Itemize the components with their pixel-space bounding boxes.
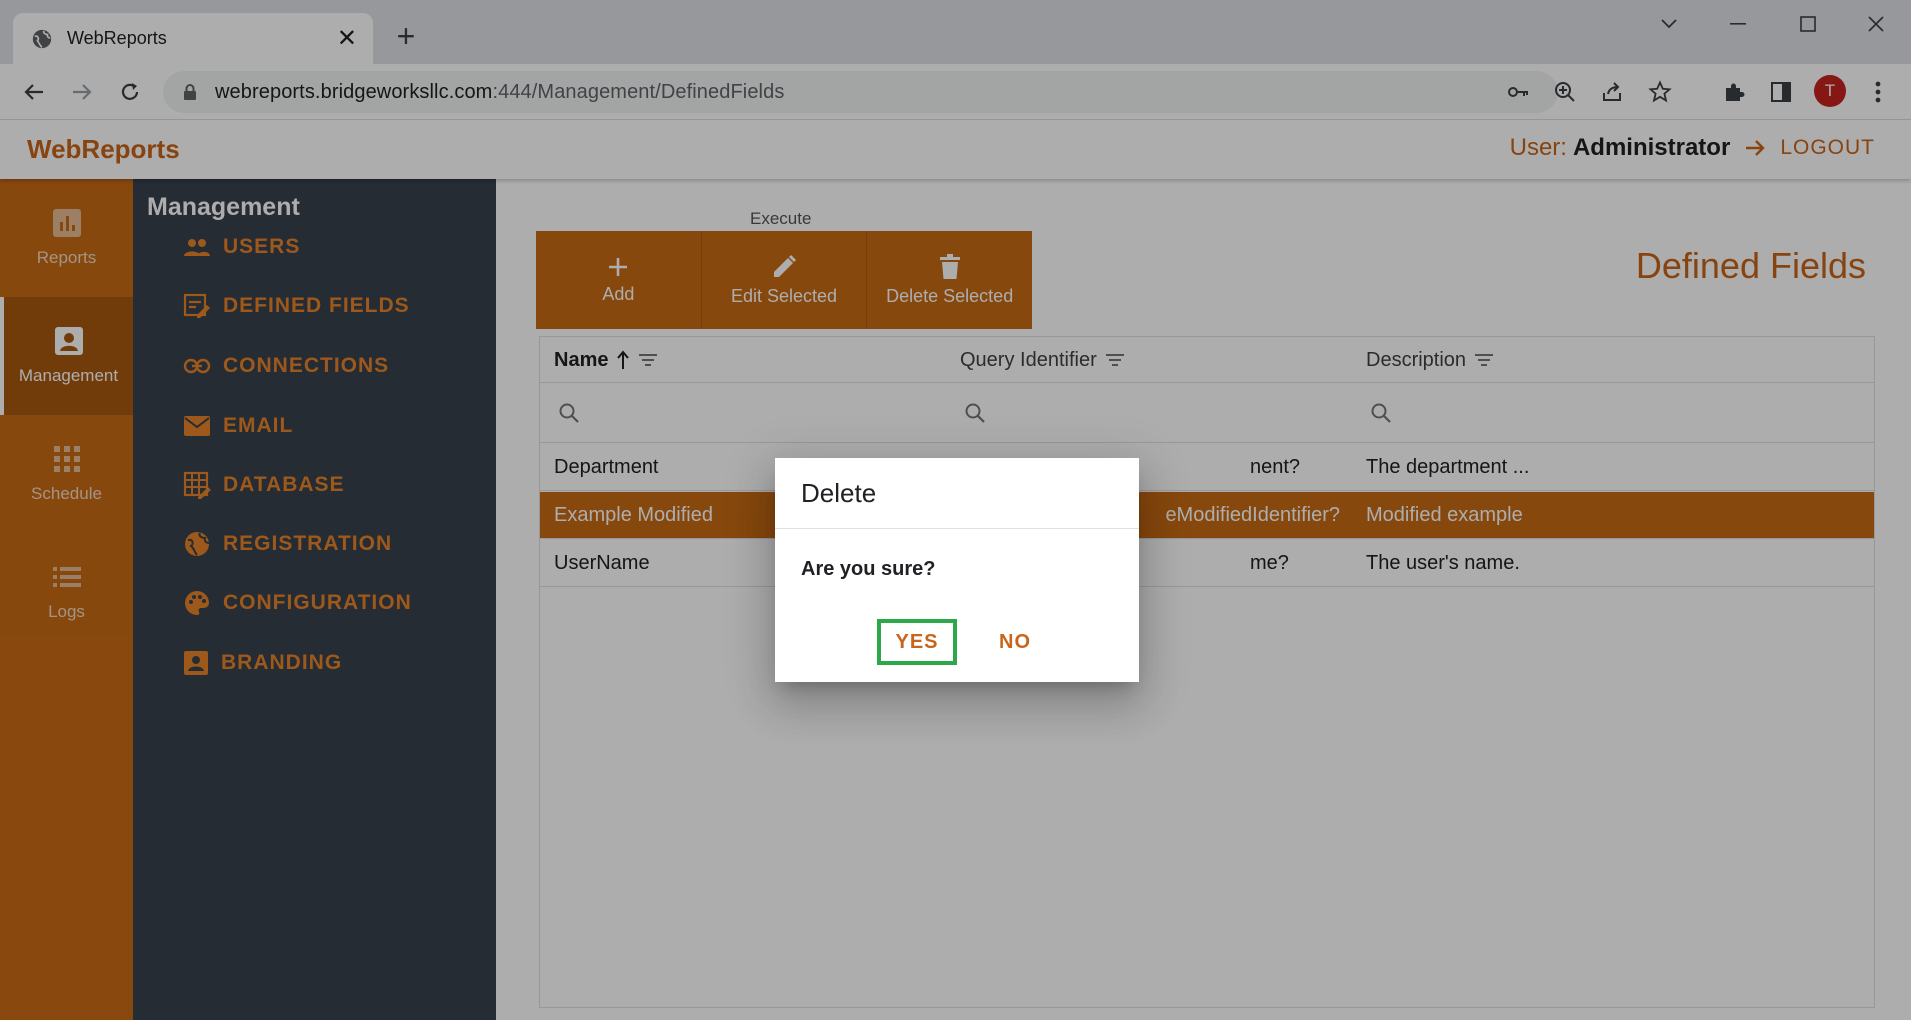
delete-confirm-dialog: Delete Are you sure? YES NO	[775, 458, 1139, 682]
dialog-divider	[775, 528, 1139, 529]
no-button[interactable]: NO	[977, 619, 1053, 665]
dialog-title: Delete	[801, 478, 877, 508]
yes-button[interactable]: YES	[877, 619, 957, 665]
dialog-message: Are you sure?	[801, 558, 936, 580]
